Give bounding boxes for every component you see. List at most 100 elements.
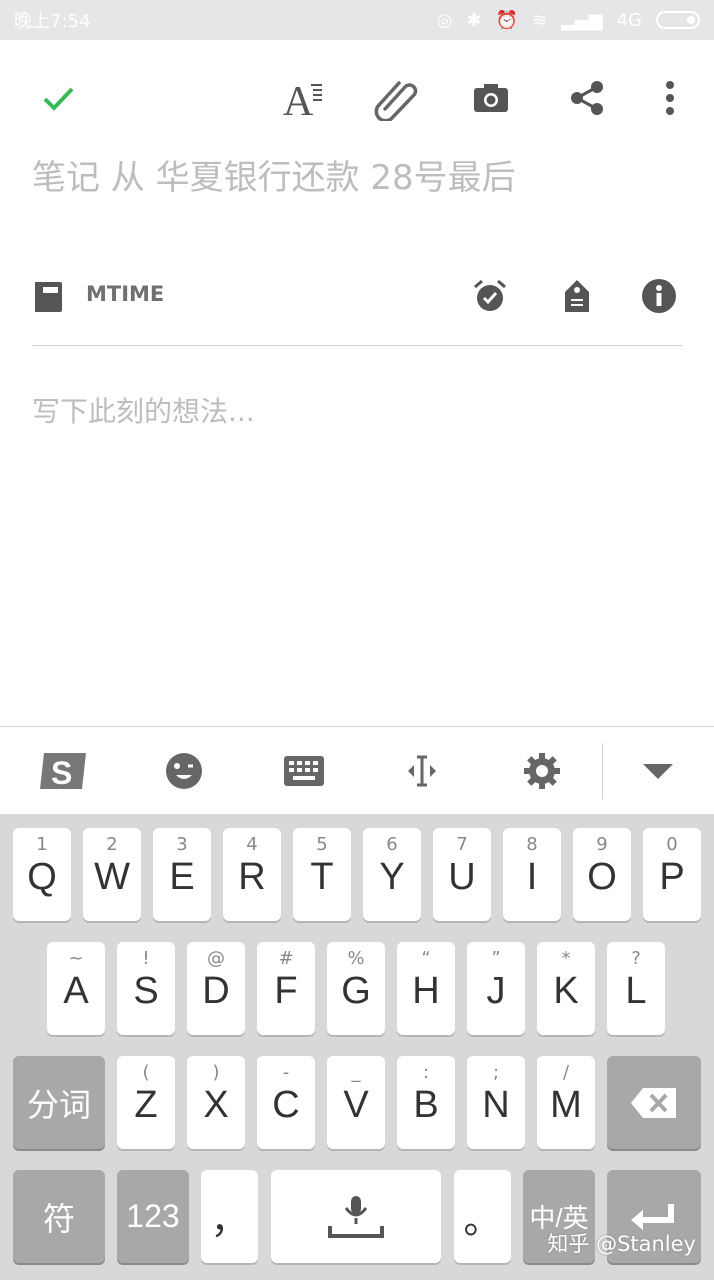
key-g[interactable]: % G — [327, 942, 385, 1035]
key-o[interactable]: 9O — [573, 828, 631, 921]
emoji-icon[interactable] — [156, 745, 212, 797]
key-u[interactable]: 7U — [433, 828, 491, 921]
note-title-input[interactable]: 笔记 从 华夏银行还款 28号最后 — [32, 150, 516, 199]
symbol-key-label: 符 — [42, 1200, 75, 1237]
key-k-label: K — [553, 970, 579, 1012]
numeric-key[interactable]: 123 — [117, 1170, 189, 1263]
key-s-label: S — [133, 970, 159, 1012]
note-meta-row: MTIME — [0, 270, 714, 322]
ime-toolbar: S — [0, 726, 714, 814]
key-n[interactable]: ; N — [467, 1056, 525, 1149]
key-r[interactable]: 4R — [223, 828, 281, 921]
key-w-label: W — [94, 856, 130, 898]
keyboard-icon[interactable] — [276, 745, 332, 797]
comma-key[interactable]: ， — [201, 1170, 258, 1263]
key-l-hint: ? — [631, 948, 641, 969]
status-time: 晚上7:54 — [14, 11, 91, 32]
key-c-label: C — [272, 1084, 300, 1126]
key-r-label: R — [238, 856, 266, 898]
key-h-hint: “ — [421, 948, 431, 969]
key-i-hint: 8 — [526, 834, 538, 855]
cursor-move-icon[interactable] — [394, 745, 450, 797]
backspace-key[interactable] — [607, 1056, 701, 1149]
symbol-key[interactable]: 符 — [13, 1170, 105, 1263]
key-v[interactable]: _ V — [327, 1056, 385, 1149]
check-icon[interactable] — [34, 74, 82, 122]
key-n-hint: ; — [492, 1062, 500, 1083]
share-icon[interactable] — [563, 74, 611, 122]
status-icons: ◎ ✱ ⏰ ≋ ▂▄▆ 4G — [437, 10, 700, 31]
key-x-label: X — [203, 1084, 229, 1126]
period-key[interactable]: 。 — [454, 1170, 511, 1263]
key-a-label: A — [63, 970, 89, 1012]
tag-icon[interactable] — [557, 276, 597, 316]
key-e-label: E — [169, 856, 195, 898]
settings-icon[interactable] — [514, 745, 570, 797]
sogou-logo-icon[interactable]: S — [36, 745, 92, 797]
key-m[interactable]: / M — [537, 1056, 595, 1149]
network-type: 4G — [616, 9, 642, 31]
key-j[interactable]: ” J — [467, 942, 525, 1035]
collapse-icon[interactable] — [630, 745, 686, 797]
key-d-label: D — [202, 970, 230, 1012]
key-u-label: U — [448, 856, 476, 898]
divider — [32, 345, 682, 346]
more-vert-icon[interactable] — [646, 74, 694, 122]
key-o-label: O — [587, 856, 617, 898]
key-b-label: B — [413, 1084, 439, 1126]
space-key[interactable] — [271, 1170, 441, 1263]
key-n-label: N — [482, 1084, 510, 1126]
key-d-hint: @ — [207, 948, 225, 969]
key-s[interactable]: ! S — [117, 942, 175, 1035]
camera-icon[interactable] — [467, 74, 515, 122]
backspace-icon — [631, 1087, 676, 1118]
key-f-label: F — [274, 970, 298, 1012]
key-a[interactable]: ~ A — [47, 942, 105, 1035]
key-z[interactable]: (Z — [117, 1056, 175, 1149]
key-b-hint: : — [422, 1062, 430, 1083]
watermark: 知乎 @Stanley — [547, 1232, 696, 1256]
key-y[interactable]: 6Y — [363, 828, 421, 921]
paperclip-icon[interactable] — [372, 74, 420, 122]
bluetooth-icon: ✱ — [466, 9, 482, 31]
key-k[interactable]: * K — [537, 942, 595, 1035]
key-q[interactable]: 1Q — [13, 828, 71, 921]
key-p[interactable]: 0P — [643, 828, 701, 921]
key-i[interactable]: 8I — [503, 828, 561, 921]
key-r-hint: 4 — [246, 834, 258, 855]
svg-text:S: S — [51, 755, 72, 791]
key-g-label: G — [341, 970, 371, 1012]
key-b[interactable]: :B — [397, 1056, 455, 1149]
key-m-hint: / — [562, 1062, 570, 1083]
key-x[interactable]: ) X — [187, 1056, 245, 1149]
ime-separator — [602, 743, 603, 799]
key-d[interactable]: @ D — [187, 942, 245, 1035]
segment-key[interactable]: 分词 — [13, 1056, 105, 1149]
info-icon[interactable] — [639, 276, 679, 316]
segment-key-label: 分词 — [26, 1086, 91, 1123]
key-j-hint: ” — [491, 948, 501, 969]
key-v-label: V — [343, 1084, 369, 1126]
key-c[interactable]: -C — [257, 1056, 315, 1149]
key-t[interactable]: 5T — [293, 828, 351, 921]
wifi-icon: ≋ — [531, 9, 548, 31]
key-z-hint: ( — [142, 1062, 150, 1083]
reminder-alarm-icon[interactable] — [470, 276, 510, 316]
text-format-icon[interactable]: A — [278, 74, 326, 122]
key-p-label: P — [659, 856, 685, 898]
key-h[interactable]: “H — [397, 942, 455, 1035]
notebook-name[interactable]: MTIME — [86, 282, 164, 306]
key-f-hint: # — [278, 948, 294, 969]
notebook-icon[interactable] — [34, 280, 64, 318]
key-u-hint: 7 — [456, 834, 468, 855]
key-m-label: M — [550, 1084, 582, 1126]
key-w[interactable]: 2W — [83, 828, 141, 921]
key-f[interactable]: # F — [257, 942, 315, 1035]
key-e[interactable]: 3E — [153, 828, 211, 921]
key-j-label: J — [486, 970, 506, 1012]
keyboard: 1 Q 2 W 3 E 4 R 5 T 6 Y 7 U 8 I 9 O 0 P ~ A! S @ D # F% G “H” J * K? L 分词… — [0, 814, 714, 1280]
key-l[interactable]: ? L — [607, 942, 665, 1035]
key-s-hint: ! — [142, 948, 150, 969]
editor-toolbar: A — [0, 60, 714, 132]
note-body-input[interactable]: 写下此刻的想法... — [32, 390, 255, 430]
